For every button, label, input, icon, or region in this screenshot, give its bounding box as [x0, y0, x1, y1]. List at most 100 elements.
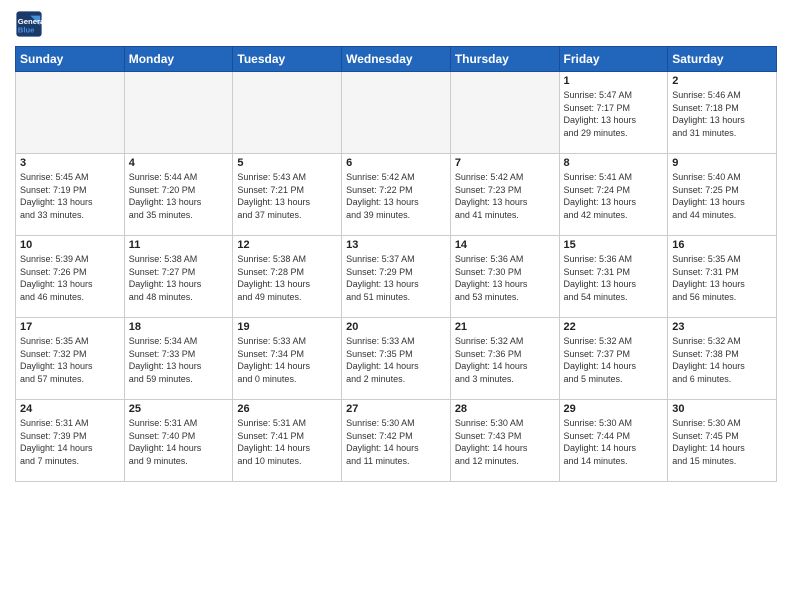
calendar-cell: 24 Sunrise: 5:31 AM Sunset: 7:39 PM Dayli… [16, 400, 125, 482]
day-info: Sunrise: 5:41 AM Sunset: 7:24 PM Dayligh… [564, 171, 664, 221]
day-info: Sunrise: 5:37 AM Sunset: 7:29 PM Dayligh… [346, 253, 446, 303]
calendar-header-row: SundayMondayTuesdayWednesdayThursdayFrid… [16, 47, 777, 72]
day-number: 26 [237, 403, 337, 415]
calendar-cell [233, 72, 342, 154]
calendar-cell: 27 Sunrise: 5:30 AM Sunset: 7:42 PM Dayli… [342, 400, 451, 482]
calendar-week-4: 17 Sunrise: 5:35 AM Sunset: 7:32 PM Dayli… [16, 318, 777, 400]
calendar-cell: 2 Sunrise: 5:46 AM Sunset: 7:18 PM Daylig… [668, 72, 777, 154]
day-number: 13 [346, 239, 446, 251]
day-info: Sunrise: 5:35 AM Sunset: 7:31 PM Dayligh… [672, 253, 772, 303]
calendar-cell: 17 Sunrise: 5:35 AM Sunset: 7:32 PM Dayli… [16, 318, 125, 400]
calendar-table: SundayMondayTuesdayWednesdayThursdayFrid… [15, 46, 777, 482]
calendar-header-tuesday: Tuesday [233, 47, 342, 72]
calendar-cell: 6 Sunrise: 5:42 AM Sunset: 7:22 PM Daylig… [342, 154, 451, 236]
logo-icon: General Blue [15, 10, 43, 38]
day-number: 20 [346, 321, 446, 333]
day-info: Sunrise: 5:35 AM Sunset: 7:32 PM Dayligh… [20, 335, 120, 385]
day-number: 2 [672, 75, 772, 87]
day-number: 15 [564, 239, 664, 251]
calendar-cell [342, 72, 451, 154]
day-number: 11 [129, 239, 229, 251]
calendar-cell: 16 Sunrise: 5:35 AM Sunset: 7:31 PM Dayli… [668, 236, 777, 318]
calendar-header-sunday: Sunday [16, 47, 125, 72]
day-info: Sunrise: 5:40 AM Sunset: 7:25 PM Dayligh… [672, 171, 772, 221]
day-number: 8 [564, 157, 664, 169]
day-info: Sunrise: 5:31 AM Sunset: 7:39 PM Dayligh… [20, 417, 120, 467]
day-number: 29 [564, 403, 664, 415]
day-info: Sunrise: 5:33 AM Sunset: 7:35 PM Dayligh… [346, 335, 446, 385]
calendar-cell: 21 Sunrise: 5:32 AM Sunset: 7:36 PM Dayli… [450, 318, 559, 400]
day-info: Sunrise: 5:30 AM Sunset: 7:43 PM Dayligh… [455, 417, 555, 467]
day-info: Sunrise: 5:33 AM Sunset: 7:34 PM Dayligh… [237, 335, 337, 385]
day-info: Sunrise: 5:36 AM Sunset: 7:30 PM Dayligh… [455, 253, 555, 303]
day-number: 27 [346, 403, 446, 415]
day-info: Sunrise: 5:47 AM Sunset: 7:17 PM Dayligh… [564, 89, 664, 139]
calendar-header-thursday: Thursday [450, 47, 559, 72]
calendar-week-3: 10Sunrise: 5:39 AM Sunset: 7:26 PM Dayli… [16, 236, 777, 318]
day-number: 19 [237, 321, 337, 333]
day-info: Sunrise: 5:30 AM Sunset: 7:42 PM Dayligh… [346, 417, 446, 467]
day-number: 4 [129, 157, 229, 169]
calendar-cell: 15 Sunrise: 5:36 AM Sunset: 7:31 PM Dayli… [559, 236, 668, 318]
day-number: 28 [455, 403, 555, 415]
day-number: 16 [672, 239, 772, 251]
day-number: 30 [672, 403, 772, 415]
calendar-header-saturday: Saturday [668, 47, 777, 72]
day-info: Sunrise: 5:31 AM Sunset: 7:41 PM Dayligh… [237, 417, 337, 467]
calendar-cell: 9Sunrise: 5:40 AM Sunset: 7:25 PM Daylig… [668, 154, 777, 236]
calendar-week-1: 1 Sunrise: 5:47 AM Sunset: 7:17 PM Daylig… [16, 72, 777, 154]
day-info: Sunrise: 5:36 AM Sunset: 7:31 PM Dayligh… [564, 253, 664, 303]
calendar-cell: 12 Sunrise: 5:38 AM Sunset: 7:28 PM Dayli… [233, 236, 342, 318]
calendar-cell: 28 Sunrise: 5:30 AM Sunset: 7:43 PM Dayli… [450, 400, 559, 482]
logo: General Blue [15, 10, 43, 38]
calendar-cell: 26 Sunrise: 5:31 AM Sunset: 7:41 PM Dayli… [233, 400, 342, 482]
day-number: 6 [346, 157, 446, 169]
day-number: 23 [672, 321, 772, 333]
day-info: Sunrise: 5:42 AM Sunset: 7:22 PM Dayligh… [346, 171, 446, 221]
calendar-cell: 23Sunrise: 5:32 AM Sunset: 7:38 PM Dayli… [668, 318, 777, 400]
page: General Blue SundayMondayTuesdayWednesda… [0, 0, 792, 612]
day-number: 21 [455, 321, 555, 333]
day-info: Sunrise: 5:38 AM Sunset: 7:27 PM Dayligh… [129, 253, 229, 303]
day-info: Sunrise: 5:44 AM Sunset: 7:20 PM Dayligh… [129, 171, 229, 221]
day-info: Sunrise: 5:30 AM Sunset: 7:45 PM Dayligh… [672, 417, 772, 467]
calendar-cell: 18 Sunrise: 5:34 AM Sunset: 7:33 PM Dayli… [124, 318, 233, 400]
calendar-cell: 14 Sunrise: 5:36 AM Sunset: 7:30 PM Dayli… [450, 236, 559, 318]
day-info: Sunrise: 5:34 AM Sunset: 7:33 PM Dayligh… [129, 335, 229, 385]
day-number: 25 [129, 403, 229, 415]
day-number: 1 [564, 75, 664, 87]
day-number: 12 [237, 239, 337, 251]
day-number: 24 [20, 403, 120, 415]
header: General Blue [15, 10, 777, 38]
calendar-cell: 30 Sunrise: 5:30 AM Sunset: 7:45 PM Dayli… [668, 400, 777, 482]
calendar-cell: 4 Sunrise: 5:44 AM Sunset: 7:20 PM Daylig… [124, 154, 233, 236]
calendar-cell: 13 Sunrise: 5:37 AM Sunset: 7:29 PM Dayli… [342, 236, 451, 318]
day-info: Sunrise: 5:45 AM Sunset: 7:19 PM Dayligh… [20, 171, 120, 221]
calendar-cell: 7Sunrise: 5:42 AM Sunset: 7:23 PM Daylig… [450, 154, 559, 236]
day-number: 3 [20, 157, 120, 169]
day-info: Sunrise: 5:32 AM Sunset: 7:36 PM Dayligh… [455, 335, 555, 385]
calendar-week-2: 3 Sunrise: 5:45 AM Sunset: 7:19 PM Daylig… [16, 154, 777, 236]
day-number: 17 [20, 321, 120, 333]
calendar-cell: 22 Sunrise: 5:32 AM Sunset: 7:37 PM Dayli… [559, 318, 668, 400]
day-info: Sunrise: 5:39 AM Sunset: 7:26 PM Dayligh… [20, 253, 120, 303]
calendar-week-5: 24 Sunrise: 5:31 AM Sunset: 7:39 PM Dayli… [16, 400, 777, 482]
day-info: Sunrise: 5:30 AM Sunset: 7:44 PM Dayligh… [564, 417, 664, 467]
calendar-cell [450, 72, 559, 154]
calendar-cell: 20 Sunrise: 5:33 AM Sunset: 7:35 PM Dayli… [342, 318, 451, 400]
calendar-header-monday: Monday [124, 47, 233, 72]
day-number: 22 [564, 321, 664, 333]
day-info: Sunrise: 5:46 AM Sunset: 7:18 PM Dayligh… [672, 89, 772, 139]
svg-text:General: General [18, 17, 43, 26]
svg-text:Blue: Blue [18, 25, 35, 34]
calendar-header-wednesday: Wednesday [342, 47, 451, 72]
day-number: 18 [129, 321, 229, 333]
day-number: 14 [455, 239, 555, 251]
calendar-cell [124, 72, 233, 154]
day-info: Sunrise: 5:42 AM Sunset: 7:23 PM Dayligh… [455, 171, 555, 221]
day-info: Sunrise: 5:31 AM Sunset: 7:40 PM Dayligh… [129, 417, 229, 467]
calendar-header-friday: Friday [559, 47, 668, 72]
day-number: 5 [237, 157, 337, 169]
day-info: Sunrise: 5:38 AM Sunset: 7:28 PM Dayligh… [237, 253, 337, 303]
day-info: Sunrise: 5:32 AM Sunset: 7:37 PM Dayligh… [564, 335, 664, 385]
